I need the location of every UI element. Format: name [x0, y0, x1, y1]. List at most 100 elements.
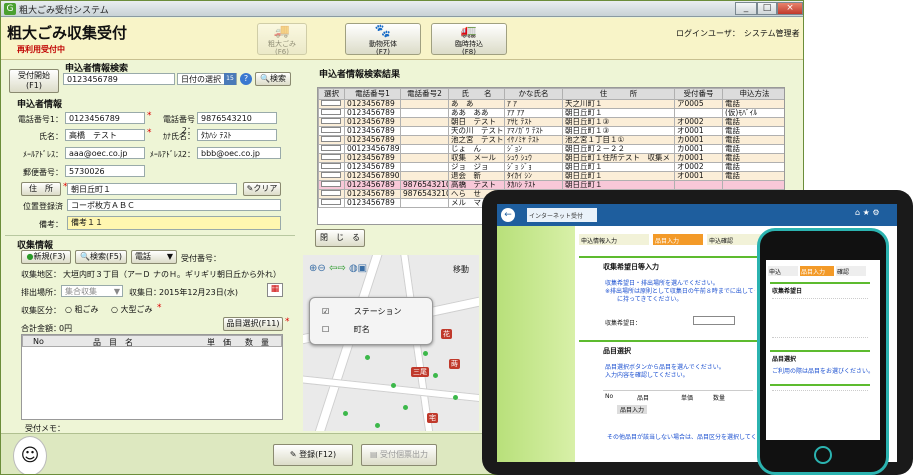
- start-reception-button[interactable]: 受付開始 (F1): [9, 69, 59, 93]
- table-row[interactable]: 0123456789 朝日 テスト ｱｻﾋ ﾃｽﾄ 朝日丘町１③ オ0002 電話: [318, 117, 784, 127]
- table-row[interactable]: 0123456789 あ あｱ ｱ天之川町１ ア0005 電話: [318, 99, 784, 109]
- table-row[interactable]: 0123456789 ジョ ジョ ｼﾞｮ ｼﾞｮ 朝日丘町１ オ0002 電話: [318, 162, 784, 172]
- select-box[interactable]: [321, 190, 341, 196]
- row-select-cell[interactable]: [318, 153, 345, 163]
- select-box[interactable]: [321, 136, 341, 142]
- radio-ogata-label: 大型ごみ: [120, 305, 153, 314]
- close-results-button[interactable]: 閉 じ る: [315, 229, 365, 247]
- map-view[interactable]: 花 蒔 三尾 宅 ⊕⊖ ⇦⇨ ◍▣ 移動 ☑ ステーション ☐ 町名: [303, 255, 479, 431]
- select-box[interactable]: [321, 109, 341, 115]
- kana-input[interactable]: ﾀｶﾊｼ ﾃｽﾄ: [197, 129, 277, 141]
- table-row[interactable]: 012345678901 退会 新ﾀｲｶｲ ｼﾝ 朝日丘町１ オ0001 電話: [318, 171, 784, 181]
- tablet-date-select[interactable]: [693, 316, 735, 325]
- home-icon[interactable]: ⌂ ★ ⚙: [855, 208, 880, 217]
- layer-station[interactable]: ☑ ステーション: [322, 306, 402, 317]
- tablet-section1: 収集希望日等入力: [603, 263, 659, 271]
- row-select-cell[interactable]: [318, 126, 345, 136]
- zip-input[interactable]: 5730026: [65, 165, 145, 177]
- building-input[interactable]: コーポ枚方ＡＢＣ: [67, 199, 281, 211]
- table-row[interactable]: 0123456789 ああ ああ ｱｱ ｱｱ 朝日丘町１ (仮)ﾓﾊﾞｲﾙ: [318, 108, 784, 118]
- layer-town[interactable]: ☐ 町名: [322, 324, 370, 335]
- table-cell: 0123456789: [344, 189, 401, 199]
- results-col-header[interactable]: 選択: [318, 88, 345, 100]
- phone-step-2: 品目入力: [800, 266, 834, 276]
- select-box[interactable]: [321, 163, 341, 169]
- method-select[interactable]: 電話 ▼: [131, 250, 177, 264]
- forward-icon[interactable]: ⇨: [337, 263, 345, 274]
- results-col-header[interactable]: 電話番号1: [344, 88, 401, 100]
- table-row[interactable]: 0123456789 収集 メール ｼｭｳ ｼｭｳ 朝日丘町１住所テスト 収集メ カ00…: [318, 153, 784, 163]
- table-cell: [674, 180, 723, 190]
- select-box[interactable]: [321, 172, 341, 178]
- radio-ogata[interactable]: ○ 大型ごみ: [111, 304, 153, 315]
- register-button[interactable]: ✎ 登録(F12): [273, 444, 353, 466]
- collection-search-button[interactable]: 🔍検索(F5): [75, 250, 127, 264]
- row-select-cell[interactable]: [318, 108, 345, 118]
- phone-home-button[interactable]: [814, 446, 832, 464]
- row-select-cell[interactable]: [318, 198, 345, 208]
- address-button[interactable]: 住 所: [21, 182, 61, 196]
- print-button[interactable]: ▤ 受付個票出力: [361, 444, 437, 466]
- results-col-header[interactable]: 受付番号: [674, 88, 723, 100]
- select-box[interactable]: [321, 181, 341, 187]
- address-input[interactable]: 朝日丘町１: [67, 183, 237, 195]
- table-cell: [400, 171, 449, 181]
- zoom-out-icon[interactable]: ⊖: [317, 263, 325, 274]
- item-grid[interactable]: No 品 目 名 単 価 数 量: [21, 334, 283, 420]
- mail2-input[interactable]: bbb@oec.co.jp: [197, 147, 281, 159]
- results-col-header[interactable]: 申込方法: [722, 88, 784, 100]
- select-box[interactable]: [321, 145, 341, 151]
- radio-sodai[interactable]: ○ 粗ごみ: [65, 304, 99, 315]
- temporary-carry-button[interactable]: 🚛 臨時持込 (F8): [431, 23, 507, 56]
- select-box[interactable]: [321, 199, 341, 205]
- row-select-cell[interactable]: [318, 171, 345, 181]
- print-label: 受付個票出力: [380, 450, 429, 459]
- select-box[interactable]: [321, 118, 341, 124]
- table-row[interactable]: 0123456789 9876543210 高橋 テスト ﾀｶﾊｼ ﾃｽﾄ 朝日丘町１: [318, 180, 784, 190]
- map-tag: 宅: [427, 413, 438, 423]
- row-select-cell[interactable]: [318, 99, 345, 109]
- results-col-header[interactable]: 住 所: [562, 88, 675, 100]
- back-icon[interactable]: ←: [501, 208, 515, 222]
- maximize-button[interactable]: □: [757, 2, 777, 15]
- animal-carcass-button[interactable]: 🐾 動物死体 (F7): [345, 23, 421, 56]
- browser-tab[interactable]: インターネット受付: [527, 208, 597, 222]
- select-box[interactable]: [321, 154, 341, 160]
- select-box[interactable]: [321, 127, 341, 133]
- sodai-gomi-button[interactable]: 🚚 粗大ごみ (F6): [257, 23, 307, 56]
- tel1-input[interactable]: 0123456789: [65, 112, 145, 124]
- note-input[interactable]: 備考１１: [67, 216, 281, 230]
- row-select-cell[interactable]: [318, 189, 345, 199]
- row-select-cell[interactable]: [318, 117, 345, 127]
- globe-icon[interactable]: ◍: [349, 263, 358, 274]
- search-button[interactable]: 🔍検索: [255, 72, 291, 86]
- select-box[interactable]: [321, 100, 341, 106]
- row-select-cell[interactable]: [318, 135, 345, 145]
- minimize-button[interactable]: _: [735, 2, 757, 15]
- table-row[interactable]: 0123456789 池之宮 テスト ｲｹﾉﾐﾔ ﾃｽﾄ 池之宮１丁目１① カ0001 電…: [318, 135, 784, 145]
- row-select-cell[interactable]: [318, 144, 345, 154]
- row-select-cell[interactable]: [318, 162, 345, 172]
- table-row[interactable]: 00123456789 じょ んｼﾞｮﾝ 朝日丘町２－２２ カ0001 電話: [318, 144, 784, 154]
- help-icon[interactable]: ?: [240, 73, 252, 85]
- phone-search-input[interactable]: 0123456789: [63, 73, 175, 85]
- results-col-header[interactable]: かな氏名: [504, 88, 563, 100]
- clear-button[interactable]: ✎クリア: [243, 182, 281, 196]
- calendar-icon[interactable]: 15: [224, 73, 236, 85]
- row-select-cell[interactable]: [318, 180, 345, 190]
- results-col-header[interactable]: 氏 名: [448, 88, 505, 100]
- layer-icon[interactable]: ▣: [358, 263, 367, 274]
- out-select[interactable]: 集合収集 ▼: [61, 285, 123, 297]
- new-button[interactable]: ●新規(F3): [21, 250, 71, 264]
- tablet-item-button[interactable]: 品目入力: [617, 405, 648, 414]
- results-col-header[interactable]: 電話番号2: [400, 88, 449, 100]
- table-cell: ジョ ジョ: [448, 162, 505, 172]
- table-row[interactable]: 0123456789 天の川 テスト ｱﾏﾉｶﾞﾜ ﾃｽﾄ 朝日丘町１③ オ0001 電話: [318, 126, 784, 136]
- name-input[interactable]: 高橋 テスト: [65, 129, 145, 141]
- start-reception-label: 受付開始: [18, 71, 50, 80]
- item-select-button[interactable]: 品目選択(F11): [223, 317, 283, 331]
- close-button[interactable]: ×: [777, 2, 803, 15]
- mail1-input[interactable]: aaa@oec.co.jp: [65, 147, 145, 159]
- tel2-input[interactable]: 9876543210: [197, 112, 277, 124]
- calendar-icon[interactable]: ▦: [267, 283, 283, 297]
